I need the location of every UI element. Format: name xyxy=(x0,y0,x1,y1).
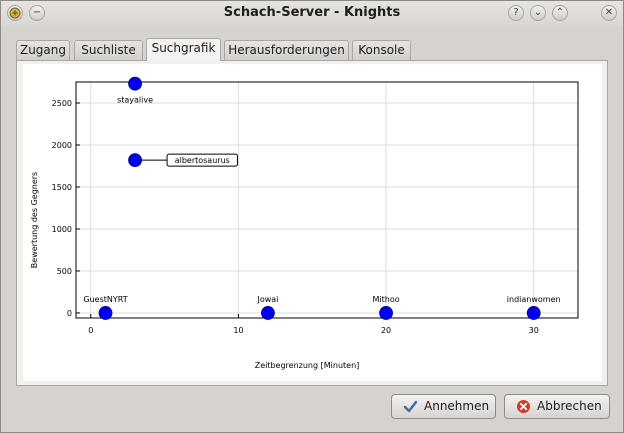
seek-graph: 0 10 20 30 0 500 1000 1500 2000 2500 Zeitbegrenzun… xyxy=(23,64,602,381)
tab-herausforderungen[interactable]: Herausforderungen xyxy=(224,40,349,60)
x-tick-label: 0 xyxy=(88,326,93,335)
tab-suchgrafik[interactable]: Suchgrafik xyxy=(146,38,221,61)
seek-point xyxy=(526,306,541,320)
x-axis-title: Zeitbegrenzung [Minuten] xyxy=(255,361,360,370)
y-tick-label: 2000 xyxy=(52,141,72,150)
x-tick-label: 10 xyxy=(233,326,243,335)
cancel-button-label: Abbrechen xyxy=(537,399,602,413)
point-label: Mithoo xyxy=(372,295,399,304)
tab-zugang[interactable]: Zugang xyxy=(16,40,70,60)
y-tick-label: 2500 xyxy=(52,99,72,108)
seek-point xyxy=(128,153,142,168)
point-label: Jowai xyxy=(256,295,278,304)
y-tick-label: 0 xyxy=(67,309,72,318)
cancel-button[interactable]: Abbrechen xyxy=(504,394,610,419)
help-icon[interactable]: ? xyxy=(508,5,524,21)
seek-point xyxy=(261,306,275,320)
accept-button-label: Annehmen xyxy=(424,399,490,413)
x-tick-label: 20 xyxy=(381,326,391,335)
checkmark-icon xyxy=(403,400,418,413)
maximize-icon[interactable]: ⌃ xyxy=(552,5,568,21)
seek-point xyxy=(379,306,393,320)
close-icon[interactable]: ✕ xyxy=(601,5,617,21)
seek-graph-svg: 0 10 20 30 0 500 1000 1500 2000 2500 Zeitbegrenzun… xyxy=(30,76,579,370)
seek-point xyxy=(128,76,142,91)
y-tick-label: 500 xyxy=(57,267,72,276)
y-tick-label: 1500 xyxy=(52,183,72,192)
point-label: indianwomen xyxy=(507,295,561,304)
y-axis-title: Bewertung des Gegners xyxy=(30,172,39,268)
point-label: GuestNYRT xyxy=(83,295,127,304)
point-label: stayalive xyxy=(117,96,153,105)
accept-button[interactable]: Annehmen xyxy=(391,394,496,419)
title-bar: − Schach-Server - Knights ? ⌄ ⌃ ✕ xyxy=(1,1,623,26)
minimize-icon[interactable]: ⌄ xyxy=(530,5,546,21)
knights-dialog: − Schach-Server - Knights ? ⌄ ⌃ ✕ Zugang… xyxy=(0,0,624,433)
tab-suchliste[interactable]: Suchliste xyxy=(74,40,143,60)
tab-konsole[interactable]: Konsole xyxy=(352,40,411,60)
point-label: albertosaurus xyxy=(175,156,230,165)
x-tick-label: 30 xyxy=(529,326,539,335)
plot-frame xyxy=(75,81,579,319)
cancel-icon xyxy=(517,400,530,413)
seek-point xyxy=(98,306,113,320)
y-tick-label: 1000 xyxy=(52,225,72,234)
